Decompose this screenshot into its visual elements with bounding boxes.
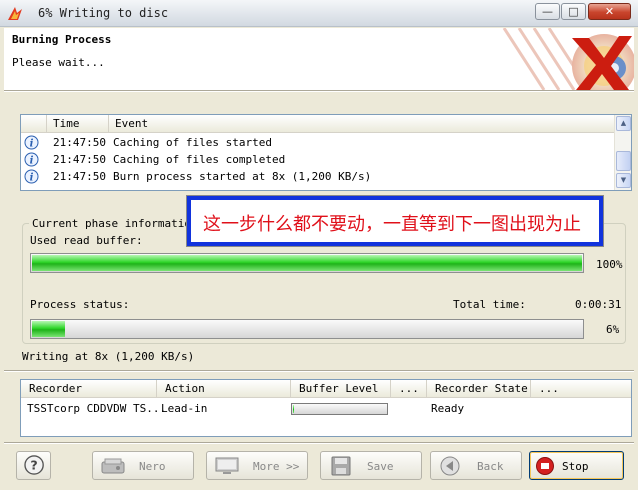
header-separator xyxy=(4,90,634,92)
total-time-label: Total time: xyxy=(453,298,526,311)
minimize-button[interactable]: — xyxy=(535,3,560,20)
process-fill xyxy=(32,321,65,337)
recorder-list[interactable]: Recorder Action Buffer Level ... Recorde… xyxy=(20,379,632,437)
close-icon: ✕ xyxy=(604,5,615,18)
total-time-value: 0:00:31 xyxy=(575,298,622,311)
log-time: 21:47:50 xyxy=(53,170,106,183)
process-status-label: Process status: xyxy=(30,298,130,311)
recorder-buffer-fill xyxy=(293,405,294,413)
log-event: Caching of files completed xyxy=(113,153,286,166)
page-title: Burning Process xyxy=(12,33,112,46)
recorder-action: Lead-in xyxy=(161,402,208,415)
svg-text:?: ? xyxy=(30,458,37,473)
log-event: Caching of files started xyxy=(113,136,272,149)
rec-column-buffer-more[interactable]: ... xyxy=(391,380,427,398)
save-button[interactable]: Save xyxy=(320,451,422,480)
log-scrollbar[interactable]: ▲ ▼ xyxy=(614,115,631,190)
close-button[interactable]: ✕ xyxy=(588,3,631,20)
svg-text:i: i xyxy=(30,156,34,167)
read-buffer-fill xyxy=(32,255,582,271)
nero-logo-icon xyxy=(502,28,634,90)
table-row[interactable]: i 21:47:50 Burn process started at 8x (1… xyxy=(21,168,611,185)
window-title: 6% Writing to disc xyxy=(38,6,169,20)
rec-column-state-more[interactable]: ... xyxy=(531,380,631,398)
help-icon: ? xyxy=(24,455,44,475)
recorder-buffer-progress xyxy=(291,403,388,415)
read-buffer-percent: 100% xyxy=(596,258,623,271)
back-button[interactable]: Back xyxy=(430,451,522,480)
maximize-icon: □ xyxy=(568,5,579,18)
rec-column-recorder[interactable]: Recorder xyxy=(21,380,157,398)
svg-text:i: i xyxy=(30,139,34,150)
mid-separator xyxy=(4,370,634,372)
log-time: 21:47:50 xyxy=(53,153,106,166)
recorder-name: TSSTcorp CDDVDW TS... xyxy=(27,402,167,415)
info-icon: i xyxy=(24,152,39,167)
maximize-button[interactable]: □ xyxy=(561,3,586,20)
page-subtitle: Please wait... xyxy=(12,56,105,69)
log-column-icon[interactable] xyxy=(21,115,47,133)
rec-column-state[interactable]: Recorder State xyxy=(427,380,531,398)
nero-flame-icon xyxy=(8,7,22,20)
back-button-label: Back xyxy=(477,460,504,473)
rec-column-buffer-level[interactable]: Buffer Level xyxy=(291,380,391,398)
monitor-icon xyxy=(215,457,239,474)
more-button[interactable]: More >> xyxy=(206,451,308,480)
read-buffer-label: Used read buffer: xyxy=(30,234,143,247)
process-progress xyxy=(30,319,584,339)
more-button-label: More >> xyxy=(253,460,300,473)
info-icon: i xyxy=(24,169,39,184)
svg-text:i: i xyxy=(30,173,34,184)
scroll-down-icon[interactable]: ▼ xyxy=(616,173,631,188)
header-panel: Burning Process Please wait... xyxy=(4,28,634,90)
rec-column-action[interactable]: Action xyxy=(157,380,291,398)
annotation-text: 这一步什么都不要动，一直等到下一图出现为止 xyxy=(203,214,581,235)
nero-button-label: Nero xyxy=(139,460,166,473)
table-row[interactable]: TSSTcorp CDDVDW TS... Lead-in Ready xyxy=(21,400,631,417)
log-column-event[interactable]: Event xyxy=(109,115,615,133)
stop-button[interactable]: Stop xyxy=(529,451,624,480)
log-time: 21:47:50 xyxy=(53,136,106,149)
title-bar[interactable]: 6% Writing to disc — □ ✕ xyxy=(0,0,638,27)
log-column-time[interactable]: Time xyxy=(47,115,109,133)
recorder-state: Ready xyxy=(431,402,465,415)
arrow-left-icon xyxy=(440,456,460,476)
process-percent: 6% xyxy=(606,323,620,336)
info-icon: i xyxy=(24,135,39,150)
table-row[interactable]: i 21:47:50 Caching of files completed xyxy=(21,151,611,168)
annotation-box: 这一步什么都不要动，一直等到下一图出现为止 xyxy=(186,195,604,247)
event-log-list[interactable]: Time Event i 21:47:50 Caching of files s… xyxy=(20,114,632,191)
save-button-label: Save xyxy=(367,460,394,473)
table-row[interactable]: i 21:47:50 Caching of files started xyxy=(21,134,611,151)
nero-app-icon xyxy=(101,458,125,474)
scroll-up-icon[interactable]: ▲ xyxy=(616,116,631,131)
help-button[interactable]: ? xyxy=(16,451,51,480)
bottom-separator xyxy=(4,442,634,444)
floppy-save-icon xyxy=(331,456,351,476)
log-event: Burn process started at 8x (1,200 KB/s) xyxy=(113,170,372,183)
phase-group-legend: Current phase information xyxy=(29,217,201,230)
stop-button-label: Stop xyxy=(562,460,589,473)
read-buffer-progress xyxy=(30,253,584,273)
minimize-icon: — xyxy=(542,5,553,18)
scroll-thumb[interactable] xyxy=(616,151,631,171)
nero-button[interactable]: Nero xyxy=(92,451,194,480)
stop-icon xyxy=(536,457,554,475)
writing-status: Writing at 8x (1,200 KB/s) xyxy=(22,350,195,363)
